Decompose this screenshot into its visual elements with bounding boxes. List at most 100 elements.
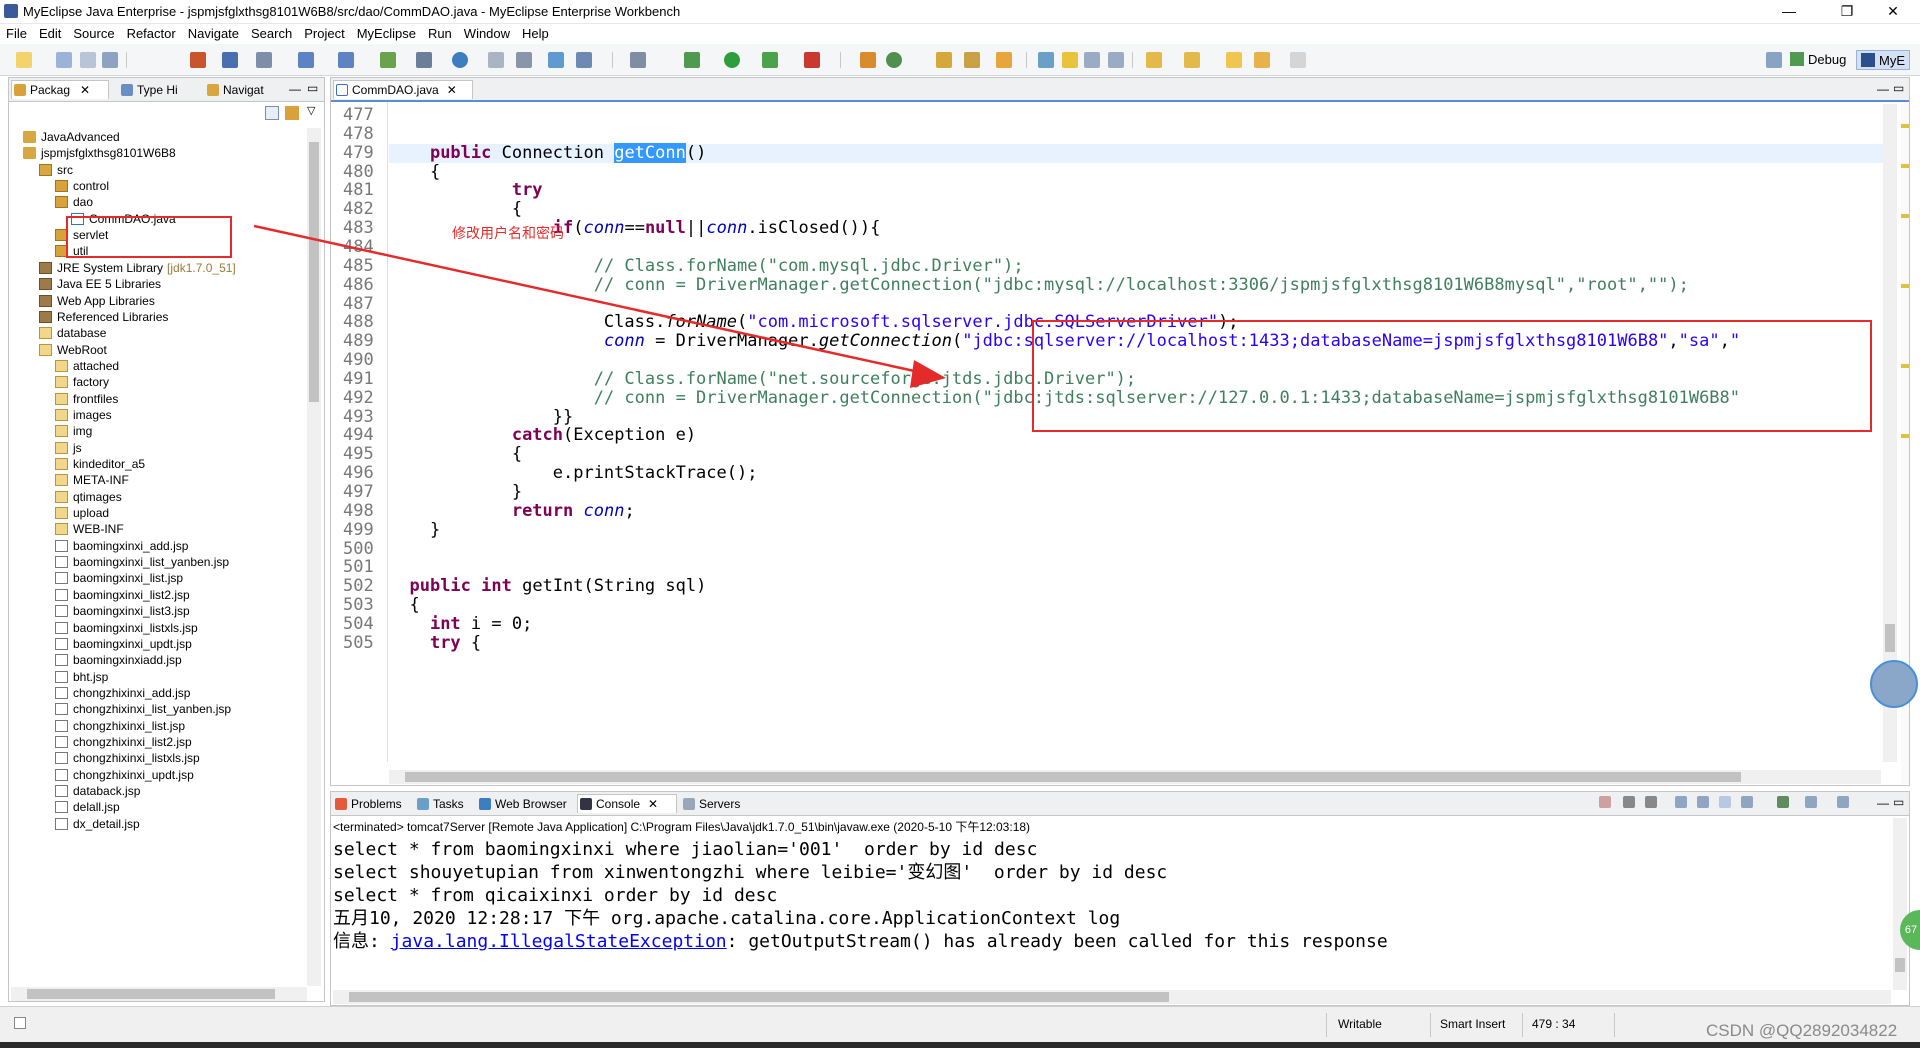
code-line[interactable]: catch(Exception e) [389, 426, 696, 445]
remove-launch-icon[interactable] [1623, 796, 1635, 808]
tab-servers[interactable]: Servers [681, 795, 759, 814]
menu-run[interactable]: Run [422, 24, 458, 44]
console-hscrollbar[interactable] [333, 990, 1891, 1004]
sync-icon[interactable] [516, 52, 532, 68]
minimize-button[interactable]: — [1766, 0, 1812, 24]
code-line[interactable]: } [389, 520, 440, 540]
code-line[interactable]: { [389, 596, 419, 615]
code-line[interactable]: // conn = DriverManager.getConnection("j… [389, 275, 1689, 295]
display-console-icon[interactable] [1805, 796, 1817, 808]
code-line[interactable]: // Class.forName("com.mysql.jdbc.Driver"… [389, 256, 1024, 276]
assistant-avatar[interactable] [1870, 660, 1918, 708]
editor-hscrollbar[interactable] [389, 770, 1881, 784]
code-area[interactable]: public Connection getConn() { try { if(c… [389, 102, 1889, 762]
back-icon[interactable] [1254, 52, 1270, 68]
open-type-icon[interactable] [190, 52, 206, 68]
code-line[interactable]: // Class.forName("net.sourceforge.jtds.j… [389, 369, 1136, 389]
tree-scrollbar-thumb[interactable] [309, 142, 319, 402]
tab-package-explorer[interactable]: Packag ✕ [11, 80, 109, 99]
web-icon[interactable] [452, 52, 468, 68]
code-line[interactable]: } [389, 483, 522, 502]
menu-file[interactable]: File [0, 24, 33, 44]
whitespace-icon[interactable] [1108, 52, 1124, 68]
myeclipse-perspective[interactable]: MyE [1856, 50, 1910, 70]
menu-refactor[interactable]: Refactor [121, 24, 182, 44]
new-package-icon[interactable] [222, 52, 238, 68]
word-wrap-icon[interactable] [1719, 796, 1731, 808]
console-scrollbar[interactable] [1893, 818, 1907, 990]
tab-console[interactable]: Console ✕ [577, 794, 677, 813]
menu-edit[interactable]: Edit [33, 24, 67, 44]
minimize-view-icon[interactable]: — [1877, 82, 1889, 96]
maximize-button[interactable]: ❐ [1824, 0, 1870, 24]
save-icon[interactable] [56, 52, 72, 68]
pin-console-icon[interactable] [1777, 796, 1789, 808]
menu-help[interactable]: Help [516, 24, 555, 44]
deploy-icon[interactable] [298, 52, 314, 68]
tab-tasks[interactable]: Tasks [415, 795, 475, 814]
code-line[interactable]: int i = 0; [389, 615, 532, 634]
print-icon[interactable] [102, 52, 118, 68]
tab-web-browser[interactable]: Web Browser [477, 795, 575, 814]
save-all-icon[interactable] [80, 52, 96, 68]
external-tools-icon[interactable] [804, 52, 820, 68]
close-icon[interactable]: ✕ [648, 797, 658, 811]
show-on-output-icon[interactable] [1741, 796, 1753, 808]
open-folder-icon[interactable] [936, 52, 952, 68]
prev-annotation-icon[interactable] [1184, 52, 1200, 68]
code-line[interactable]: try [389, 181, 543, 200]
run-icon[interactable] [724, 52, 740, 68]
next-annotation-icon[interactable] [1146, 52, 1162, 68]
terminal-icon[interactable] [630, 52, 646, 68]
editor-hscrollbar-thumb[interactable] [405, 772, 1741, 782]
close-button[interactable]: ✕ [1870, 0, 1916, 24]
link-editor-icon[interactable] [285, 106, 299, 120]
scroll-lock-icon[interactable] [1697, 796, 1709, 808]
highlight-icon[interactable] [1062, 52, 1078, 68]
clear-console-icon[interactable] [1675, 796, 1687, 808]
code-line[interactable]: { [389, 200, 522, 219]
menu-navigate[interactable]: Navigate [182, 24, 245, 44]
close-icon[interactable]: ✕ [80, 83, 90, 97]
open-perspective-icon[interactable] [1766, 52, 1782, 68]
code-line[interactable]: e.printStackTrace(); [389, 464, 758, 483]
tab-commdao-java[interactable]: CommDAO.java ✕ [333, 80, 473, 99]
tree-hscrollbar[interactable] [11, 987, 307, 1001]
annotation-icon[interactable] [1038, 52, 1054, 68]
code-line[interactable]: { [389, 445, 522, 464]
code-line[interactable]: try { [389, 633, 481, 653]
new-icon[interactable] [16, 52, 32, 68]
build-icon[interactable] [964, 52, 980, 68]
terminate-icon[interactable] [1599, 796, 1611, 808]
refresh-icon[interactable] [488, 52, 504, 68]
new-class-icon[interactable] [416, 52, 432, 68]
task-icon[interactable] [996, 52, 1012, 68]
open-console-icon[interactable] [1837, 796, 1849, 808]
view-menu-icon[interactable]: ▽ [307, 104, 315, 117]
menu-source[interactable]: Source [67, 24, 120, 44]
fast-view-icon[interactable] [14, 1017, 26, 1029]
code-line[interactable]: return conn; [389, 501, 635, 521]
new-server-icon[interactable] [860, 52, 876, 68]
menu-window[interactable]: Window [458, 24, 516, 44]
remove-all-icon[interactable] [1645, 796, 1657, 808]
maximize-view-icon[interactable]: ▭ [307, 81, 318, 95]
tree-hscrollbar-thumb[interactable] [27, 989, 275, 999]
close-icon[interactable]: ✕ [447, 83, 457, 97]
block-select-icon[interactable] [1084, 52, 1100, 68]
menu-myeclipse[interactable]: MyEclipse [351, 24, 422, 44]
forward-icon[interactable] [1290, 52, 1306, 68]
collapse-all-icon[interactable] [265, 106, 279, 120]
minimize-view-icon[interactable]: — [289, 82, 301, 96]
server-icon[interactable] [256, 52, 272, 68]
maximize-view-icon[interactable]: ▭ [1893, 795, 1904, 809]
minimize-view-icon[interactable]: — [1877, 796, 1889, 810]
menu-project[interactable]: Project [298, 24, 350, 44]
marker-icon[interactable] [886, 52, 902, 68]
run-config-icon[interactable] [762, 52, 778, 68]
tab-type-hierarchy[interactable]: Type Hi [119, 81, 199, 100]
browser-icon[interactable] [576, 52, 592, 68]
exception-link[interactable]: java.lang.IllegalStateException [391, 931, 727, 952]
new-jsp-icon[interactable] [380, 52, 396, 68]
maximize-view-icon[interactable]: ▭ [1893, 81, 1904, 95]
